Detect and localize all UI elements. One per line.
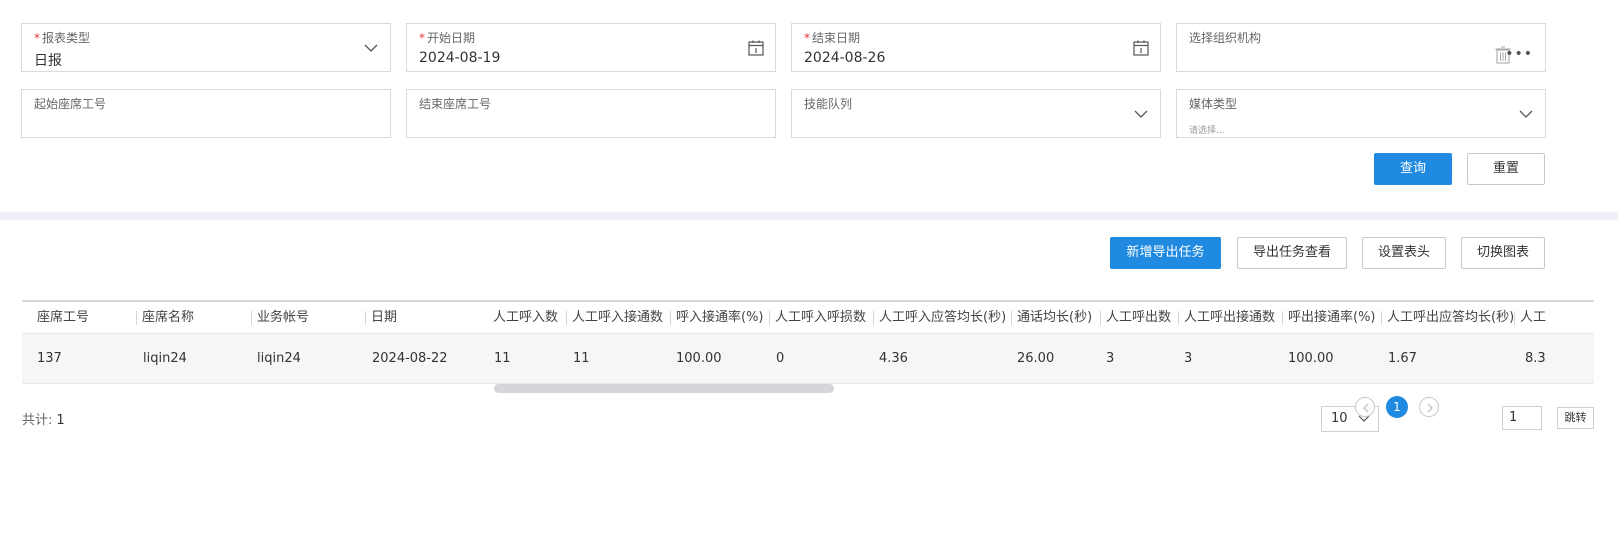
table-cell: 3 [1184,351,1193,366]
set-header-button[interactable]: 设置表头 [1362,237,1446,269]
table-cell: 11 [494,351,511,366]
table-cell: 100.00 [676,351,722,366]
column-separator [1381,311,1382,325]
column-header: 座席名称 [136,302,194,334]
chevron-down-icon [1134,110,1148,118]
column-header: 人工 [1514,302,1546,334]
end-agent-id-field[interactable]: 结束座席工号 [406,89,776,138]
column-separator [136,311,137,325]
skill-queue-label: 技能队列 [804,97,853,111]
new-export-task-button[interactable]: 新增导出任务 [1110,237,1221,269]
end-date-value: 2024-08-26 [804,50,886,66]
skill-queue-select[interactable]: 技能队列 [791,89,1161,138]
table-cell: 1.67 [1388,351,1417,366]
column-header: 日期 [365,302,397,334]
table-cell: 26.00 [1017,351,1055,366]
column-separator [566,311,567,325]
total-count-value: 1 [56,413,65,428]
media-type-label: 媒体类型 [1189,97,1238,111]
media-type-placeholder: 请选择... [1189,126,1225,136]
column-separator [769,311,770,325]
column-header: 人工呼入接通数 [566,302,663,334]
chevron-down-icon [364,44,378,52]
column-header: 业务帐号 [251,302,309,334]
report-type-select[interactable]: * 报表类型 日报 [21,23,391,72]
end-agent-id-label: 结束座席工号 [419,97,492,111]
next-page-button[interactable] [1419,397,1439,417]
column-header: 人工呼出应答均长(秒) [1381,302,1514,334]
org-select-field[interactable]: 选择组织机构 ••• [1176,23,1546,72]
column-separator [365,311,366,325]
column-header: 人工呼入呼损数 [769,302,866,334]
column-separator [1011,311,1012,325]
start-date-value: 2024-08-19 [419,50,501,66]
page-number-current[interactable]: 1 [1386,396,1408,418]
table-cell: 137 [37,351,62,366]
report-type-value: 日报 [34,53,62,69]
column-separator [1514,311,1515,325]
table-cell: 2024-08-22 [372,351,448,366]
column-header: 人工呼入应答均长(秒) [873,302,1006,334]
chevron-right-icon [1427,403,1433,413]
end-date-field[interactable]: * 结束日期 2024-08-26 [791,23,1161,72]
org-select-label: 选择组织机构 [1189,31,1262,45]
column-separator [873,311,874,325]
total-count: 共计: 1 [22,413,65,428]
column-separator [251,311,252,325]
column-header: 人工呼出数 [1100,302,1171,334]
table-cell: 3 [1106,351,1115,366]
required-mark: * [419,31,425,45]
column-separator [1100,311,1101,325]
start-agent-id-field[interactable]: 起始座席工号 [21,89,391,138]
jump-button[interactable]: 跳转 [1557,407,1594,429]
table-row[interactable]: 137 liqin24 liqin24 2024-08-22 11 11 100… [22,334,1594,384]
column-header: 呼出接通率(%) [1282,302,1376,334]
end-date-label: * 结束日期 [804,31,861,45]
column-header: 人工呼出接通数 [1178,302,1275,334]
prev-page-button[interactable] [1355,397,1375,417]
table-cell: 100.00 [1288,351,1334,366]
report-type-label: * 报表类型 [34,31,91,45]
required-mark: * [804,31,810,45]
column-header: 通话均长(秒) [1011,302,1092,334]
table-cell: 0 [776,351,785,366]
switch-chart-button[interactable]: 切换图表 [1461,237,1545,269]
table-header: 座席工号 座席名称 业务帐号 日期 人工呼入数 人工呼入接通数 呼入接通率(%)… [22,300,1594,334]
start-date-field[interactable]: * 开始日期 2024-08-19 [406,23,776,72]
column-separator [1282,311,1283,325]
table-cell: 4.36 [879,351,908,366]
reset-button[interactable]: 重置 [1467,153,1545,185]
more-icon[interactable]: ••• [1505,46,1533,62]
media-type-select[interactable]: 媒体类型 请选择... [1176,89,1546,138]
page-jump-input[interactable]: 1 [1502,406,1542,430]
calendar-icon[interactable] [1132,39,1150,57]
report-table: 座席工号 座席名称 业务帐号 日期 人工呼入数 人工呼入接通数 呼入接通率(%)… [22,300,1594,386]
table-cell: liqin24 [257,351,301,366]
table-cell: 11 [573,351,590,366]
start-date-label: * 开始日期 [419,31,476,45]
horizontal-scrollbar[interactable] [494,384,834,393]
calendar-icon[interactable] [747,39,765,57]
column-separator [670,311,671,325]
table-cell: liqin24 [143,351,187,366]
column-header: 座席工号 [37,310,90,325]
table-cell: 8.3 [1525,351,1546,366]
column-header: 呼入接通率(%) [670,302,764,334]
column-header: 人工呼入数 [493,310,559,325]
chevron-down-icon [1519,110,1533,118]
required-mark: * [34,31,40,45]
query-button[interactable]: 查询 [1374,153,1452,185]
chevron-left-icon [1363,403,1369,413]
start-agent-id-label: 起始座席工号 [34,97,107,111]
column-separator [1178,311,1179,325]
view-export-task-button[interactable]: 导出任务查看 [1237,237,1347,269]
section-divider [0,212,1618,220]
filter-panel: * 报表类型 日报 * 开始日期 2024-08-19 * 结束日期 2024-08-… [0,0,1618,212]
